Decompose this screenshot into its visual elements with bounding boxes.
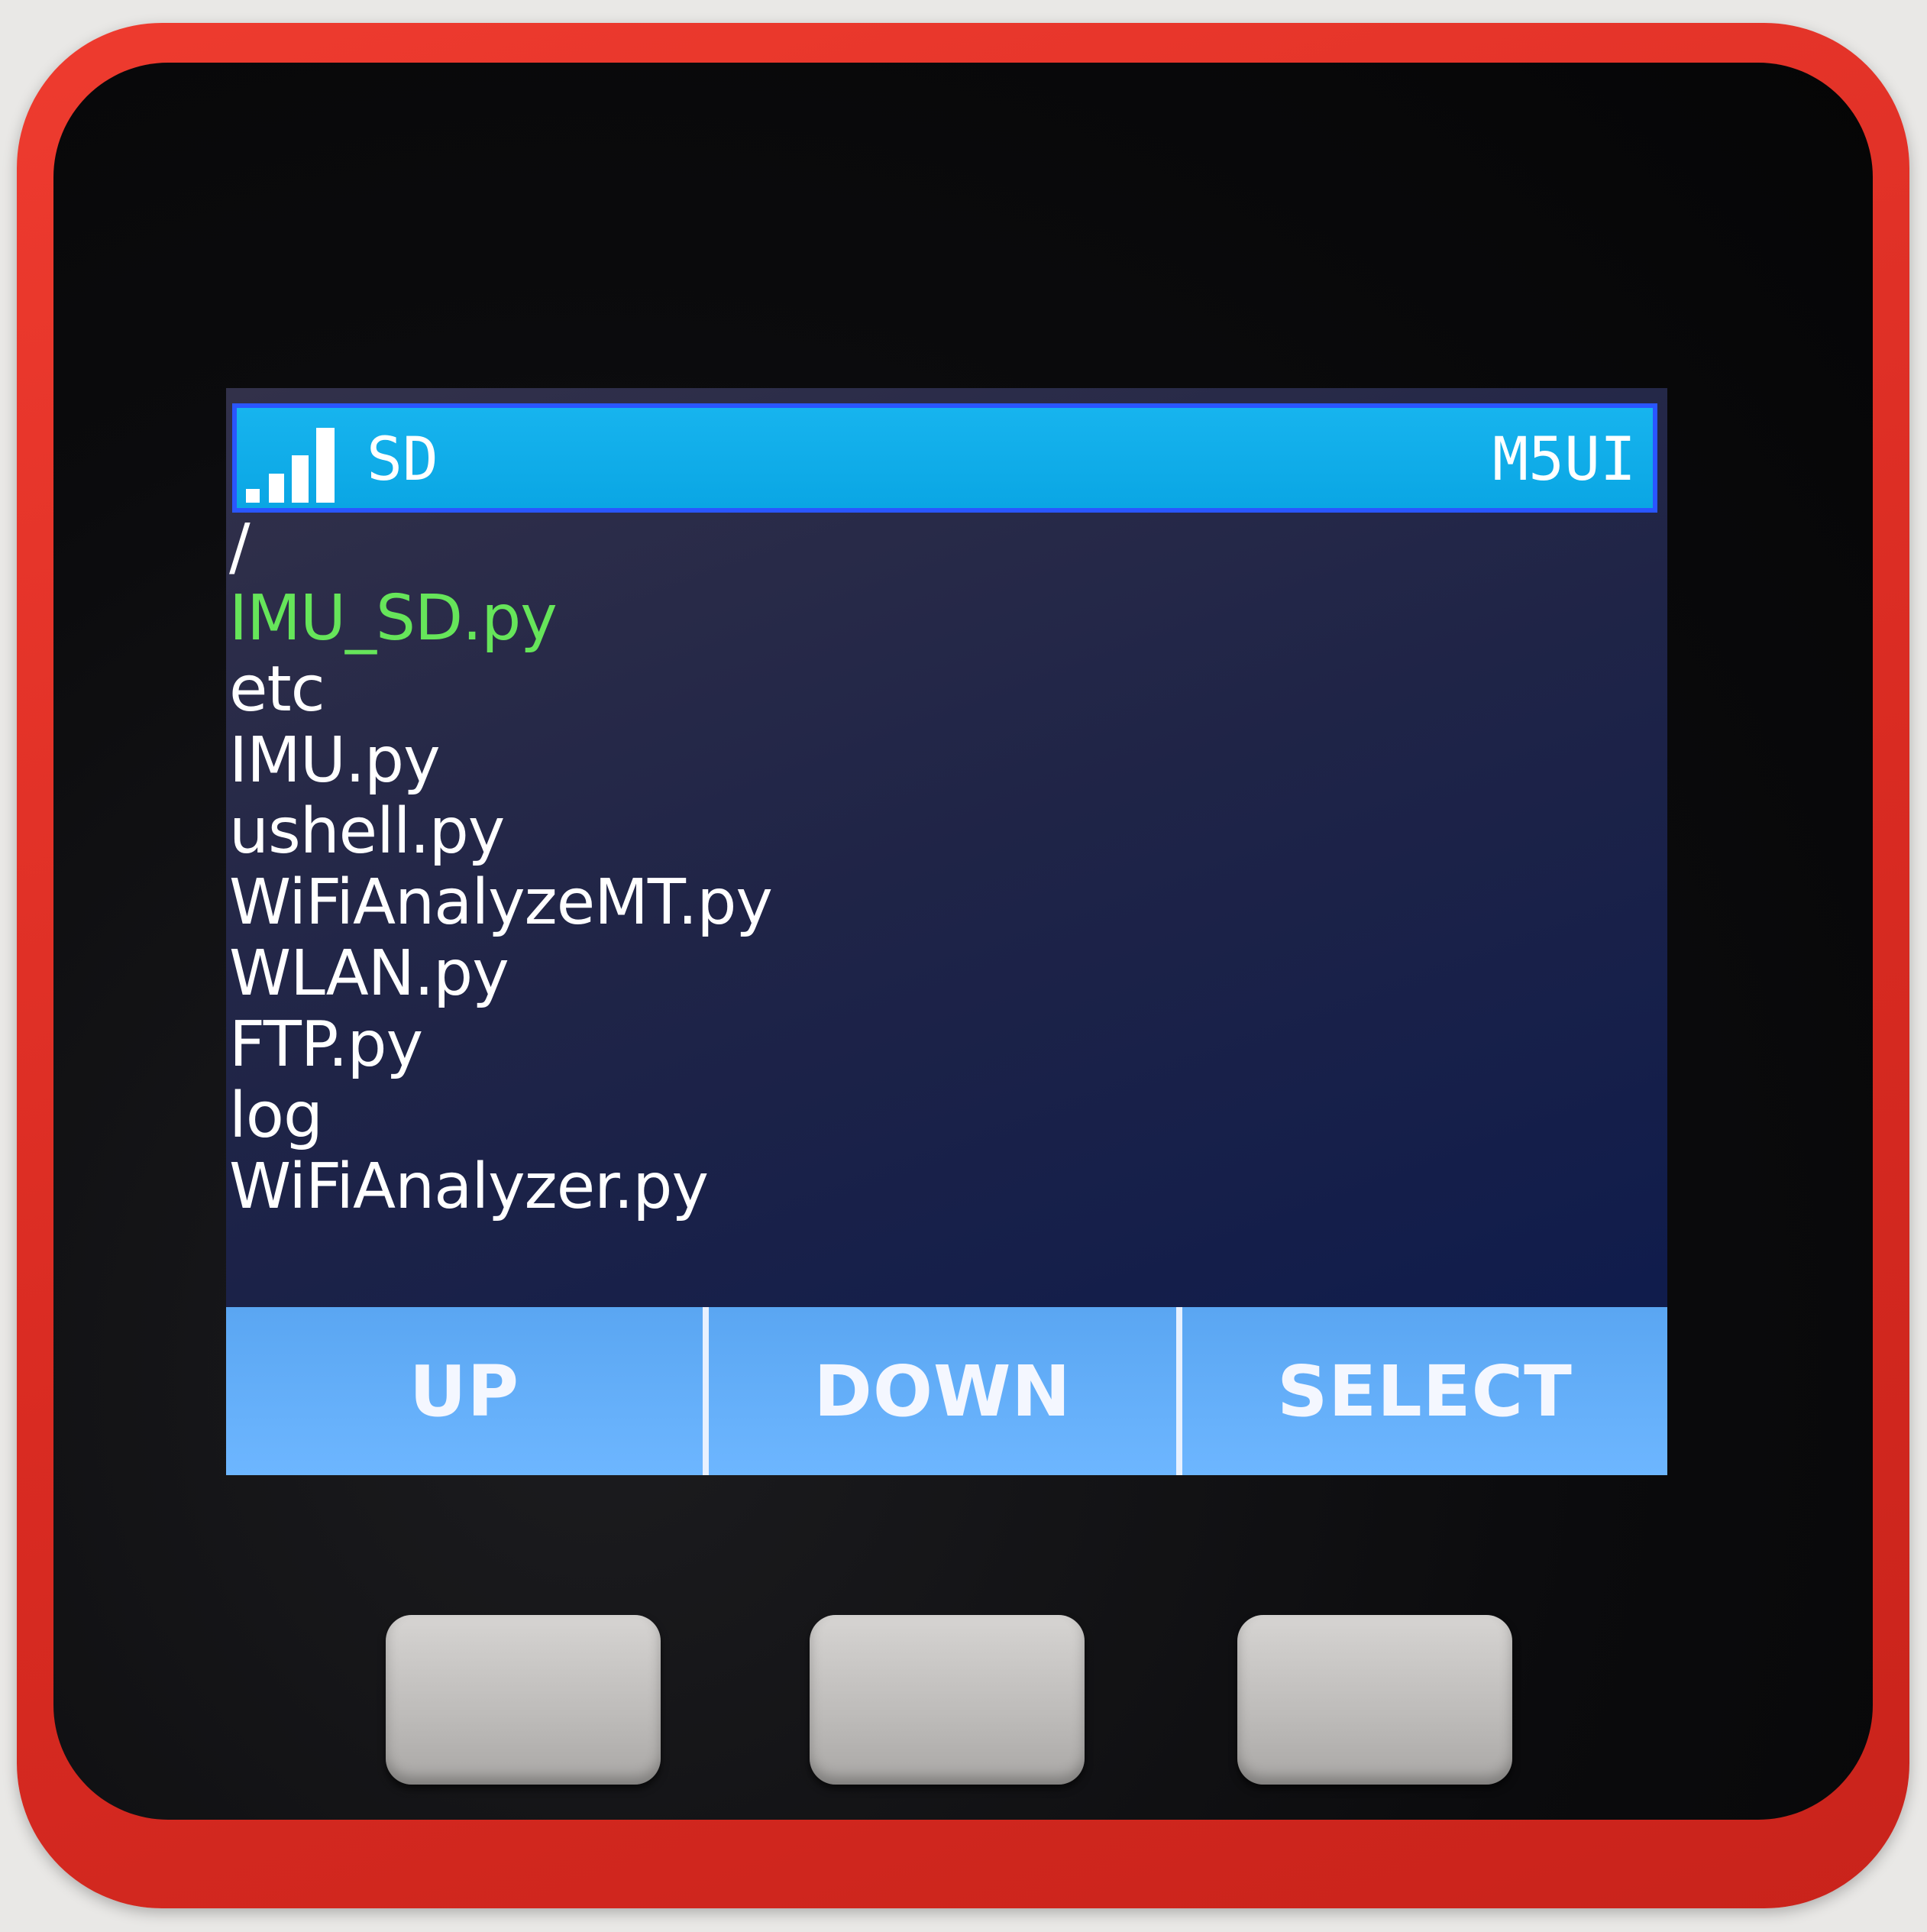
- signal-strength-icon: [246, 428, 335, 503]
- file-item[interactable]: IMU.py: [229, 725, 772, 796]
- select-softkey[interactable]: SELECT: [1182, 1307, 1667, 1475]
- hardware-button-b[interactable]: [810, 1615, 1085, 1785]
- file-item[interactable]: etc: [229, 654, 772, 725]
- title-bar: SD M5UI: [232, 403, 1657, 513]
- up-softkey[interactable]: UP: [226, 1307, 703, 1475]
- lcd-screen: SD M5UI / IMU_SD.py etc IMU.py ushell.py…: [226, 388, 1667, 1475]
- hardware-button-a[interactable]: [386, 1615, 661, 1785]
- file-item[interactable]: FTP.py: [229, 1009, 772, 1080]
- file-list: / IMU_SD.py etc IMU.py ushell.py WiFiAna…: [229, 511, 773, 1222]
- file-item[interactable]: log: [229, 1080, 772, 1151]
- file-item[interactable]: WiFiAnalyzer.py: [229, 1151, 772, 1222]
- title-storage-label: SD: [367, 426, 438, 494]
- down-softkey[interactable]: DOWN: [709, 1307, 1176, 1475]
- hardware-button-c[interactable]: [1237, 1615, 1512, 1785]
- file-item[interactable]: WiFiAnalyzeMT.py: [229, 867, 773, 938]
- file-item[interactable]: WLAN.py: [229, 938, 772, 1009]
- title-app-label: M5UI: [1492, 426, 1636, 494]
- file-item-selected[interactable]: IMU_SD.py: [229, 583, 772, 654]
- file-item[interactable]: ushell.py: [229, 796, 772, 867]
- current-path: /: [229, 511, 251, 584]
- softkey-bar: UP DOWN SELECT: [226, 1307, 1667, 1475]
- softkey-divider: [1176, 1307, 1182, 1475]
- softkey-divider: [703, 1307, 709, 1475]
